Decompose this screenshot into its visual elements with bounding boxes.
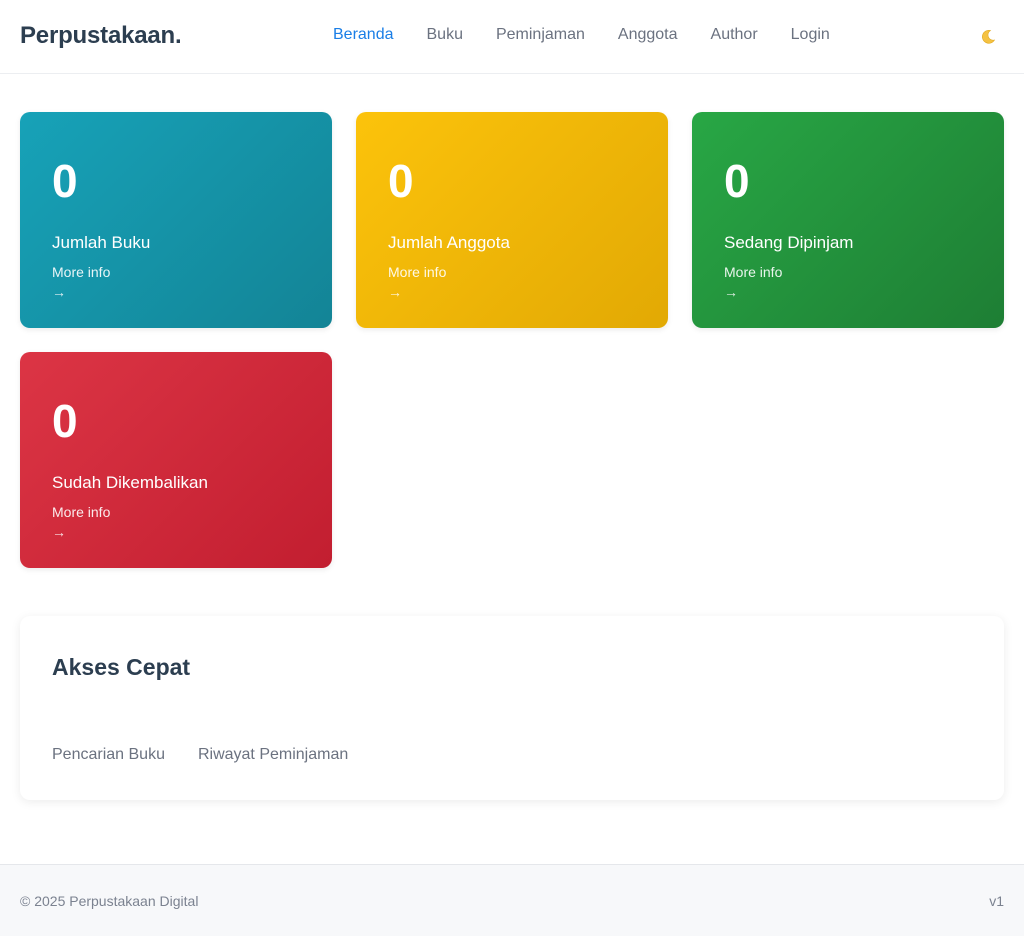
stat-card-jumlah-anggota: 0 Jumlah Anggota More info → bbox=[356, 112, 668, 328]
main-nav: Beranda Buku Peminjaman Anggota Author L… bbox=[333, 26, 863, 44]
nav-link-anggota[interactable]: Anggota bbox=[618, 26, 678, 44]
stat-label: Sudah Dikembalikan bbox=[52, 473, 208, 492]
stat-value: 0 bbox=[388, 155, 414, 207]
arrow-right-icon[interactable]: → bbox=[724, 284, 738, 300]
nav-link-author[interactable]: Author bbox=[711, 26, 758, 44]
more-info-link[interactable]: More info bbox=[388, 264, 446, 280]
brand-logo[interactable]: Perpustakaan. bbox=[20, 22, 182, 50]
arrow-right-icon[interactable]: → bbox=[52, 524, 66, 540]
quick-link-pencarian-buku[interactable]: Pencarian Buku bbox=[52, 746, 165, 764]
footer: © 2025 Perpustakaan Digital v1 bbox=[0, 864, 1024, 936]
nav-link-beranda[interactable]: Beranda bbox=[333, 26, 394, 44]
stat-value: 0 bbox=[724, 155, 750, 207]
theme-toggle-button[interactable] bbox=[980, 28, 998, 46]
moon-icon bbox=[980, 29, 998, 45]
arrow-right-icon[interactable]: → bbox=[388, 284, 402, 300]
quick-link-riwayat-peminjaman[interactable]: Riwayat Peminjaman bbox=[198, 746, 348, 764]
navbar: Perpustakaan. Beranda Buku Peminjaman An… bbox=[0, 0, 1024, 74]
stat-value: 0 bbox=[52, 155, 78, 207]
footer-copyright: © 2025 Perpustakaan Digital bbox=[20, 893, 199, 909]
nav-link-buku[interactable]: Buku bbox=[427, 26, 463, 44]
stat-card-sudah-dikembalikan: 0 Sudah Dikembalikan More info → bbox=[20, 352, 332, 568]
stat-card-jumlah-buku: 0 Jumlah Buku More info → bbox=[20, 112, 332, 328]
nav-link-peminjaman[interactable]: Peminjaman bbox=[496, 26, 585, 44]
arrow-right-icon[interactable]: → bbox=[52, 284, 66, 300]
stat-card-sedang-dipinjam: 0 Sedang Dipinjam More info → bbox=[692, 112, 1004, 328]
nav-link-login[interactable]: Login bbox=[791, 26, 830, 44]
quick-access-panel: Akses Cepat Pencarian Buku Riwayat Pemin… bbox=[20, 616, 1004, 800]
stat-label: Jumlah Anggota bbox=[388, 233, 510, 252]
footer-version: v1 bbox=[989, 893, 1004, 909]
more-info-link[interactable]: More info bbox=[52, 264, 110, 280]
stat-label: Jumlah Buku bbox=[52, 233, 151, 252]
stat-value: 0 bbox=[52, 395, 78, 447]
more-info-link[interactable]: More info bbox=[724, 264, 782, 280]
more-info-link[interactable]: More info bbox=[52, 504, 110, 520]
stat-label: Sedang Dipinjam bbox=[724, 233, 854, 252]
panel-title: Akses Cepat bbox=[52, 654, 191, 680]
quick-links: Pencarian Buku Riwayat Peminjaman bbox=[52, 746, 381, 764]
